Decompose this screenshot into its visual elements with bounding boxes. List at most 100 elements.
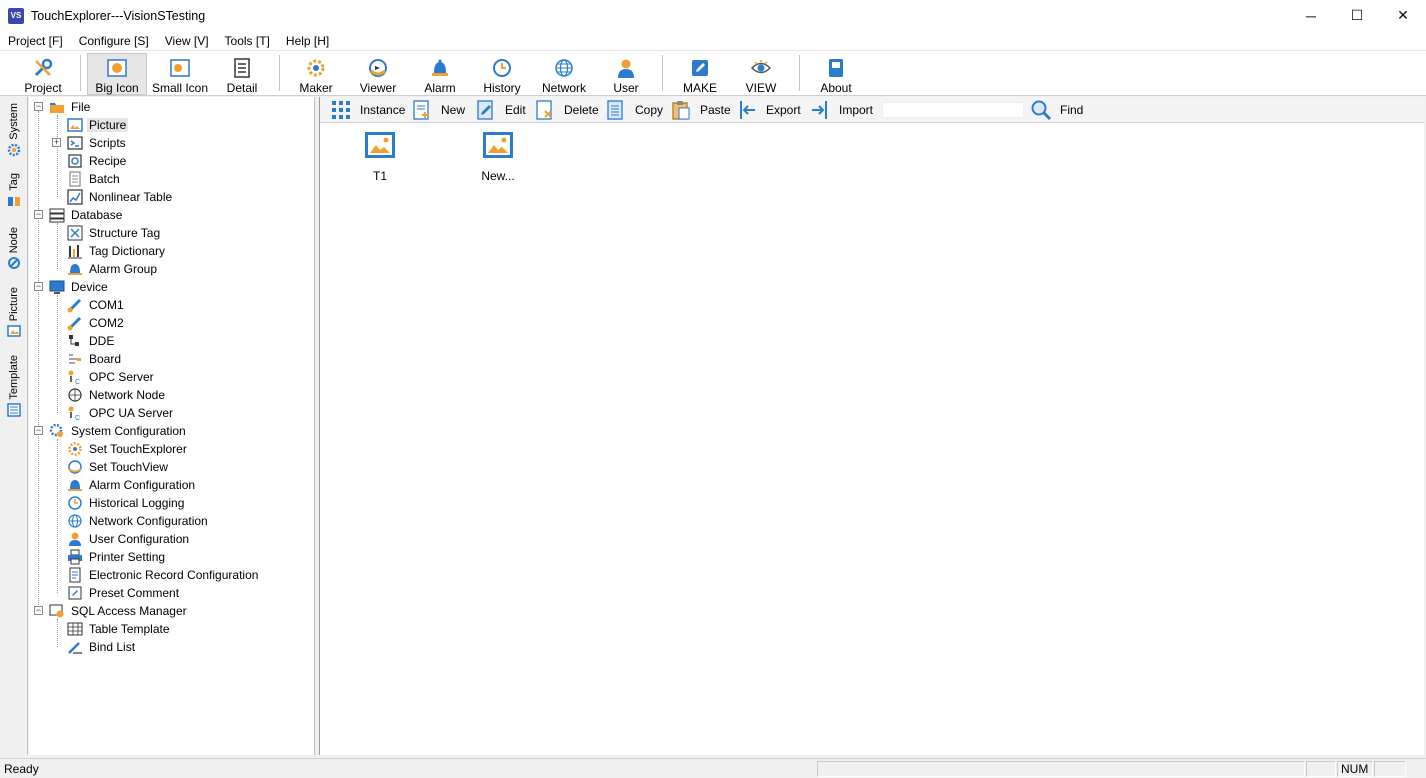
alarm-button[interactable]: Alarm (416, 53, 464, 95)
tab-picture[interactable]: Picture (4, 287, 24, 338)
tree-node-bind-list[interactable]: Bind List (67, 638, 137, 656)
tree-node-database[interactable]: − Database (34, 206, 124, 224)
picture-item[interactable]: T1 (340, 131, 420, 183)
globe-icon (552, 56, 576, 79)
tree-node-table-template[interactable]: Table Template (67, 620, 172, 638)
tree-node-picture[interactable]: Picture (67, 116, 129, 134)
tree-node-printer-setting[interactable]: Printer Setting (67, 548, 167, 566)
export-button[interactable]: Export (736, 98, 801, 122)
user-button[interactable]: User (602, 53, 650, 95)
viewer-button[interactable]: Viewer (354, 53, 402, 95)
tree-node-system-configuration[interactable]: − System Configuration (34, 422, 188, 440)
tree-node-set-touchview[interactable]: Set TouchView (67, 458, 170, 476)
tree-node-network-configuration[interactable]: Network Configuration (67, 512, 210, 530)
menu-help[interactable]: Help [H] (278, 31, 337, 51)
find-button[interactable]: Find (1030, 98, 1083, 122)
paste-button[interactable]: Paste (670, 98, 731, 122)
maker-button[interactable]: Maker (292, 53, 340, 95)
tree-node-com1[interactable]: COM1 (67, 296, 126, 314)
structure-tag-icon (67, 225, 83, 241)
network-button[interactable]: Network (538, 53, 590, 95)
menu-tools[interactable]: Tools [T] (217, 31, 278, 51)
copy-button[interactable]: Copy (605, 98, 663, 122)
tree-node-opc-server[interactable]: C OPC Server (67, 368, 156, 386)
tree-node-historical-logging[interactable]: Historical Logging (67, 494, 186, 512)
history-clock-icon (490, 56, 514, 79)
menu-view[interactable]: View [V] (157, 31, 217, 51)
database-icon (49, 208, 65, 223)
about-button[interactable]: About (812, 53, 860, 95)
project-button[interactable]: Project (18, 53, 68, 95)
serial-port-icon (67, 316, 82, 331)
big-icon-button[interactable]: Big Icon (87, 53, 147, 95)
network-node-icon (68, 388, 82, 402)
tree-node-scripts[interactable]: + Scripts (52, 134, 128, 152)
tree-node-electronic-record-configuration[interactable]: Electronic Record Configuration (67, 566, 260, 584)
close-button[interactable]: ✕ (1380, 0, 1426, 31)
search-input[interactable] (882, 102, 1024, 118)
tree-node-recipe[interactable]: Recipe (67, 152, 128, 170)
history-button[interactable]: History (478, 53, 526, 95)
tab-tag[interactable]: Tag (4, 173, 24, 208)
history-clock-icon (68, 496, 82, 510)
import-button[interactable]: Import (809, 98, 873, 122)
tree-node-tag-dictionary[interactable]: Tag Dictionary (67, 242, 167, 260)
instance-button[interactable]: Instance (330, 98, 405, 122)
tag-icon (8, 196, 20, 206)
view-button[interactable]: VIEW (737, 53, 785, 95)
tree-node-alarm-group[interactable]: Alarm Group (67, 260, 159, 278)
edit-icon (475, 99, 497, 121)
wrench-icon (31, 56, 55, 79)
tag-dictionary-icon (68, 245, 82, 259)
status-num-indicator: NUM (1337, 761, 1373, 777)
tree-node-device[interactable]: − Device (34, 278, 110, 296)
title-bar: VS TouchExplorer---VisionSTesting ─ ☐ ✕ (0, 0, 1426, 31)
new-document-icon (411, 99, 433, 121)
menu-configure[interactable]: Configure [S] (71, 31, 157, 51)
table-icon (67, 622, 83, 636)
tree-node-batch[interactable]: Batch (67, 170, 122, 188)
make-button[interactable]: MAKE (676, 53, 724, 95)
tab-system[interactable]: System (4, 103, 24, 157)
menu-project[interactable]: Project [F] (0, 31, 71, 51)
status-scrl-pane (1374, 761, 1406, 777)
detail-button[interactable]: Detail (218, 53, 266, 95)
delete-button[interactable]: Delete (534, 98, 599, 122)
tree-node-com2[interactable]: COM2 (67, 314, 126, 332)
export-arrow-icon (736, 99, 758, 121)
magnifier-icon (1030, 99, 1052, 121)
tree-node-nonlinear-table[interactable]: Nonlinear Table (67, 188, 174, 206)
tree-node-file[interactable]: − File (34, 98, 92, 116)
svg-text:C: C (75, 379, 80, 385)
tree-node-sql-access-manager[interactable]: − SQL Access Manager (34, 602, 189, 620)
detail-view-icon (230, 56, 254, 79)
edit-button[interactable]: Edit (475, 98, 526, 122)
monitor-icon (49, 280, 65, 294)
picture-icon (7, 325, 21, 337)
tree-node-alarm-configuration[interactable]: Alarm Configuration (67, 476, 197, 494)
tree-node-network-node[interactable]: Network Node (67, 386, 167, 404)
maximize-button[interactable]: ☐ (1334, 0, 1380, 31)
tree-node-dde[interactable]: DDE (67, 332, 116, 350)
tree-node-structure-tag[interactable]: Structure Tag (67, 224, 162, 242)
comment-icon (68, 586, 82, 600)
small-icon-view-icon (168, 56, 192, 79)
tree-node-preset-comment[interactable]: Preset Comment (67, 584, 181, 602)
tab-template[interactable]: Template (4, 355, 24, 417)
tree-node-board[interactable]: Board (67, 350, 123, 368)
new-button[interactable]: New (411, 98, 465, 122)
tree-node-opc-ua-server[interactable]: C OPC UA Server (67, 404, 175, 422)
gear-icon (68, 442, 82, 456)
tree-node-set-touchexplorer[interactable]: Set TouchExplorer (67, 440, 189, 458)
tree-node-user-configuration[interactable]: User Configuration (67, 530, 191, 548)
script-icon (67, 136, 83, 150)
viewer-icon (366, 56, 390, 79)
tab-node[interactable]: Node (4, 227, 24, 270)
minimize-button[interactable]: ─ (1288, 0, 1334, 31)
window-title: TouchExplorer---VisionSTesting (31, 8, 206, 23)
system-config-icon (49, 423, 63, 437)
content-pane: Instance New Edit Delete Copy Paste Expo… (319, 97, 1425, 755)
small-icon-button[interactable]: Small Icon (150, 53, 210, 95)
new-picture-item[interactable]: New... (458, 131, 538, 183)
recipe-icon (68, 154, 82, 168)
